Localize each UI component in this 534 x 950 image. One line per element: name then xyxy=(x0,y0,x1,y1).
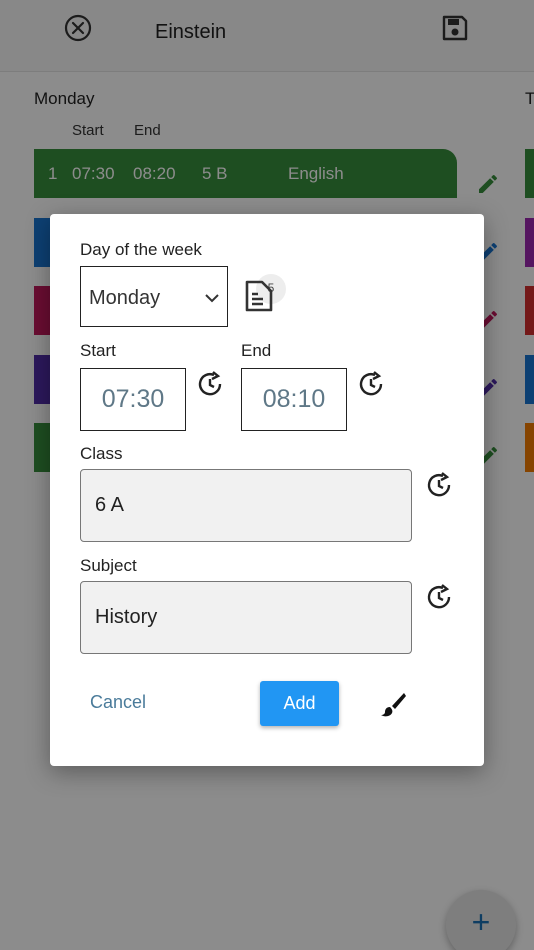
reset-history-icon[interactable] xyxy=(358,371,384,397)
subject-input-value: History xyxy=(95,606,158,628)
reset-history-icon[interactable] xyxy=(426,584,452,610)
reset-history-icon[interactable] xyxy=(197,371,223,397)
subject-label: Subject xyxy=(80,556,137,575)
day-select[interactable]: Monday xyxy=(80,266,228,327)
end-label: End xyxy=(241,341,272,360)
document-list-icon[interactable] xyxy=(244,279,276,313)
class-label: Class xyxy=(80,444,123,463)
start-time-field[interactable]: 07:30 xyxy=(80,368,186,431)
class-input-value: 6 A xyxy=(95,494,124,516)
brush-icon[interactable] xyxy=(380,691,406,717)
cancel-button[interactable]: Cancel xyxy=(76,680,160,724)
day-of-week-label: Day of the week xyxy=(80,240,202,259)
class-input[interactable]: 6 A xyxy=(80,469,412,542)
start-label: Start xyxy=(80,341,116,360)
day-select-value: Monday xyxy=(89,287,161,309)
end-time-field[interactable]: 08:10 xyxy=(241,368,347,431)
add-button[interactable]: Add xyxy=(260,681,339,726)
subject-input[interactable]: History xyxy=(80,581,412,654)
chevron-down-icon xyxy=(205,294,219,303)
lesson-dialog: Day of the week Monday 5 Start 07:30 End… xyxy=(50,214,484,766)
reset-history-icon[interactable] xyxy=(426,472,452,498)
